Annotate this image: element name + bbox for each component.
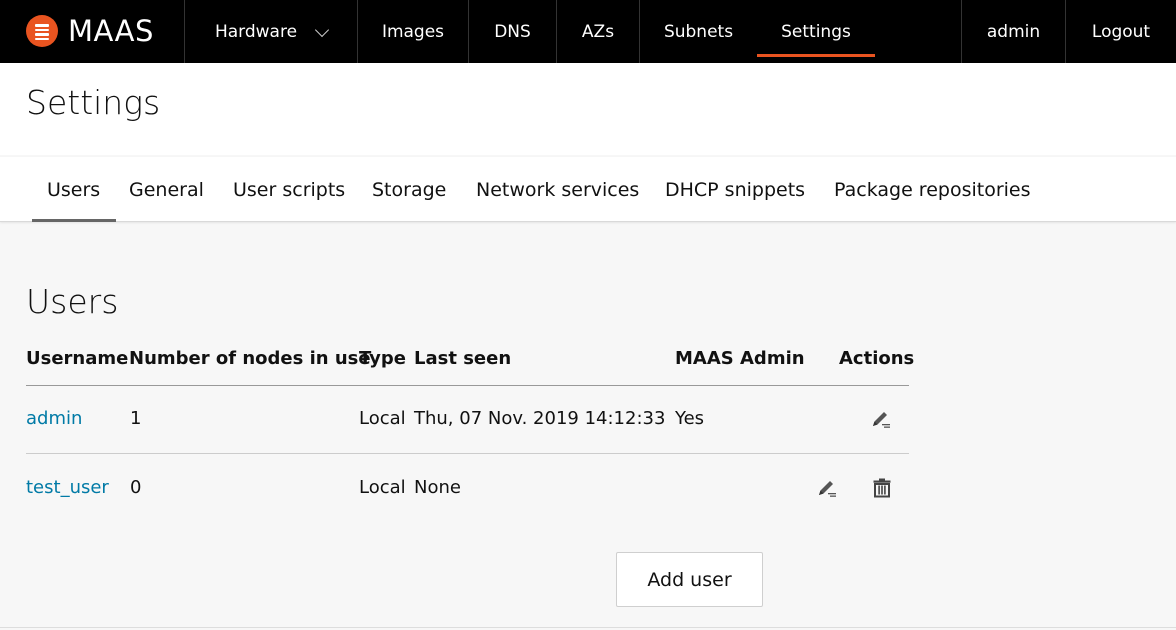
column-header-nodes: Number of nodes in use (129, 348, 371, 369)
column-header-actions: Actions (839, 348, 915, 369)
last-seen: None (414, 477, 461, 498)
edit-icon[interactable] (814, 476, 840, 502)
nav-settings-label: Settings (781, 21, 851, 42)
nav-logout-label: Logout (1091, 21, 1151, 42)
nav-azs[interactable]: AZs (556, 0, 639, 63)
chevron-down-icon (314, 22, 330, 37)
nav-images[interactable]: Images (357, 0, 468, 63)
username-link[interactable]: admin (26, 408, 82, 429)
nav-user-admin[interactable]: admin (961, 0, 1065, 63)
tab-package-repositories[interactable]: Package repositories (834, 157, 1031, 222)
brand-name: MAAS (68, 14, 154, 48)
tab-users[interactable]: Users (31, 157, 117, 222)
page-title: Settings (26, 83, 161, 122)
footer-divider (0, 627, 1176, 628)
edit-icon[interactable] (868, 407, 894, 433)
maas-logo-icon (26, 15, 58, 47)
page-header: Settings (0, 63, 1176, 155)
nav-images-label: Images (381, 21, 445, 42)
tab-network-services[interactable]: Network services (476, 157, 639, 222)
user-type: Local (359, 408, 406, 429)
nodes-count: 0 (130, 477, 142, 498)
last-seen: Thu, 07 Nov. 2019 14:12:33 (414, 408, 666, 429)
tab-storage[interactable]: Storage (372, 157, 446, 222)
nav-hardware[interactable]: Hardware (184, 0, 357, 63)
column-header-last-seen: Last seen (414, 348, 512, 369)
nav-dns-label: DNS (494, 21, 531, 42)
nodes-count: 1 (130, 408, 142, 429)
table-header-divider (26, 385, 909, 386)
tab-dhcp-snippets[interactable]: DHCP snippets (665, 157, 805, 222)
nav-logout[interactable]: Logout (1065, 0, 1176, 63)
column-header-username: Username (26, 348, 129, 369)
nav-user-label: admin (986, 21, 1041, 42)
nav-subnets[interactable]: Subnets (639, 0, 757, 63)
trash-icon[interactable] (869, 475, 895, 501)
brand[interactable]: MAAS (0, 0, 184, 63)
nav-hardware-label: Hardware (214, 21, 298, 42)
column-header-type: Type (359, 348, 406, 369)
settings-tabs: Users General User scripts Storage Netwo… (0, 157, 1176, 222)
column-header-maas-admin: MAAS Admin (675, 348, 805, 369)
tab-user-scripts[interactable]: User scripts (233, 157, 345, 222)
maas-admin-value: Yes (675, 408, 705, 429)
nav-subnets-label: Subnets (663, 21, 734, 42)
add-user-button[interactable]: Add user (616, 552, 763, 607)
user-type: Local (359, 477, 406, 498)
row-divider (26, 453, 909, 454)
nav-azs-label: AZs (581, 21, 615, 42)
username-link[interactable]: test_user (26, 477, 109, 498)
top-navigation: MAAS Hardware Images DNS AZs Subnets Set… (0, 0, 1176, 63)
users-section-title: Users (26, 282, 119, 321)
nav-dns[interactable]: DNS (468, 0, 556, 63)
nav-settings[interactable]: Settings (757, 0, 875, 63)
tab-general[interactable]: General (129, 157, 204, 222)
